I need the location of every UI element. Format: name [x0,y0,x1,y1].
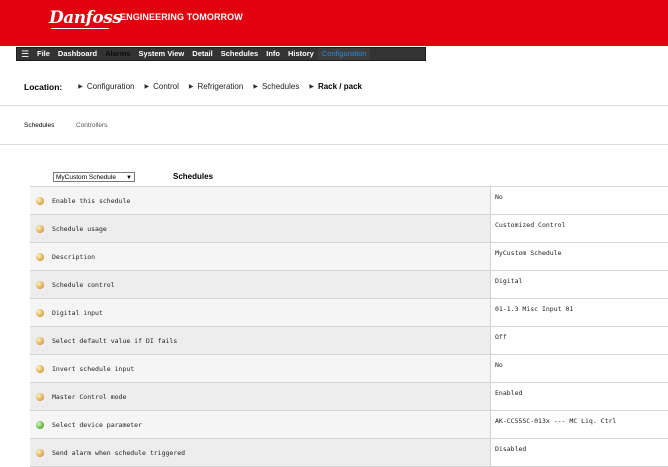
location-label: Location: [24,82,62,92]
param-label: Select device parameter [52,421,142,429]
param-label: Send alarm when schedule triggered [52,449,185,457]
param-value[interactable]: No [491,187,668,215]
breadcrumb-control[interactable]: ▶ Control [144,82,178,91]
breadcrumb-label: Schedules [262,82,299,91]
menu-configuration[interactable]: Configuration [318,48,371,60]
status-icon [36,393,44,401]
breadcrumb-arrow-icon: ▶ [309,83,314,90]
param-value[interactable]: AK-CC55SC-013x --- MC Liq. Ctrl [491,411,668,439]
param-label: Invert schedule input [52,365,134,373]
status-icon [36,309,44,317]
schedule-parameter-table: Enable this schedule No Schedule usage C… [30,186,668,467]
param-value[interactable]: Digital [491,271,668,299]
table-row[interactable]: Send alarm when schedule triggered Disab… [30,439,668,467]
param-label: Description [52,253,95,261]
menu-info[interactable]: Info [262,48,284,60]
status-icon [36,281,44,289]
table-row[interactable]: Invert schedule input No [30,355,668,383]
param-label: Schedule usage [52,225,107,233]
param-value[interactable]: Customized Control [491,215,668,243]
menu-alarms[interactable]: Alarms [101,48,134,60]
param-value[interactable]: 01-1.3 Misc Input 01 [491,299,668,327]
param-label: Enable this schedule [52,197,130,205]
top-header: Danfoss ENGINEERING TOMORROW [0,0,668,46]
breadcrumb-arrow-icon: ▶ [78,83,83,90]
schedule-select-value: MyCustom Schedule [56,174,116,181]
param-label: Digital input [52,309,103,317]
table-row[interactable]: Master Control mode Enabled [30,383,668,411]
table-row[interactable]: Schedule control Digital [30,271,668,299]
status-icon-green [36,421,44,429]
status-icon [36,197,44,205]
menu-system-view[interactable]: System View [135,48,189,60]
breadcrumb-label: Rack / pack [318,82,362,91]
breadcrumb-label: Refrigeration [198,82,244,91]
status-icon [36,449,44,457]
breadcrumb-label: Configuration [87,82,135,91]
sub-tabs: Schedules Controllers [0,106,668,145]
param-value[interactable]: Enabled [491,383,668,411]
menu-history[interactable]: History [284,48,318,60]
section-title: Schedules [173,172,213,181]
menu-schedules[interactable]: Schedules [217,48,263,60]
status-icon [36,225,44,233]
tab-controllers[interactable]: Controllers [76,122,107,129]
table-row[interactable]: Schedule usage Customized Control [30,215,668,243]
breadcrumb-rack-pack[interactable]: ▶ Rack / pack [309,82,362,91]
hamburger-menu-icon[interactable]: ☰ [19,48,31,60]
breadcrumb-refrigeration[interactable]: ▶ Refrigeration [189,82,243,91]
tab-schedules[interactable]: Schedules [24,122,54,129]
breadcrumb-arrow-icon: ▶ [189,83,194,90]
param-label: Master Control mode [52,393,126,401]
menu-detail[interactable]: Detail [188,48,216,60]
danfoss-logo: Danfoss [49,8,111,30]
breadcrumb-label: Control [153,82,179,91]
table-row[interactable]: Select default value if DI fails Off [30,327,668,355]
breadcrumb-schedules[interactable]: ▶ Schedules [253,82,299,91]
param-label: Select default value if DI fails [52,337,177,345]
table-row[interactable]: Enable this schedule No [30,187,668,215]
param-value[interactable]: Off [491,327,668,355]
breadcrumb-arrow-icon: ▶ [144,83,149,90]
main-menu-bar: ☰ File Dashboard Alarms System View Deta… [16,47,426,61]
table-row[interactable]: Digital input 01-1.3 Misc Input 01 [30,299,668,327]
chevron-down-icon: ▼ [126,173,132,182]
breadcrumb-arrow-icon: ▶ [253,83,258,90]
location-breadcrumb: Location: ▶ Configuration ▶ Control ▶ Re… [0,68,668,106]
table-row[interactable]: Select device parameter AK-CC55SC-013x -… [30,411,668,439]
menu-file[interactable]: File [33,48,54,60]
status-icon [36,337,44,345]
table-row[interactable]: Description MyCustom Schedule [30,243,668,271]
param-value[interactable]: No [491,355,668,383]
param-value[interactable]: Disabled [491,439,668,467]
status-icon [36,253,44,261]
param-label: Schedule control [52,281,115,289]
status-icon [36,365,44,373]
schedule-select[interactable]: MyCustom Schedule ▼ [53,172,135,182]
breadcrumb-configuration[interactable]: ▶ Configuration [78,82,134,91]
menu-dashboard[interactable]: Dashboard [54,48,101,60]
brand-tagline: ENGINEERING TOMORROW [120,12,243,22]
param-value[interactable]: MyCustom Schedule [491,243,668,271]
